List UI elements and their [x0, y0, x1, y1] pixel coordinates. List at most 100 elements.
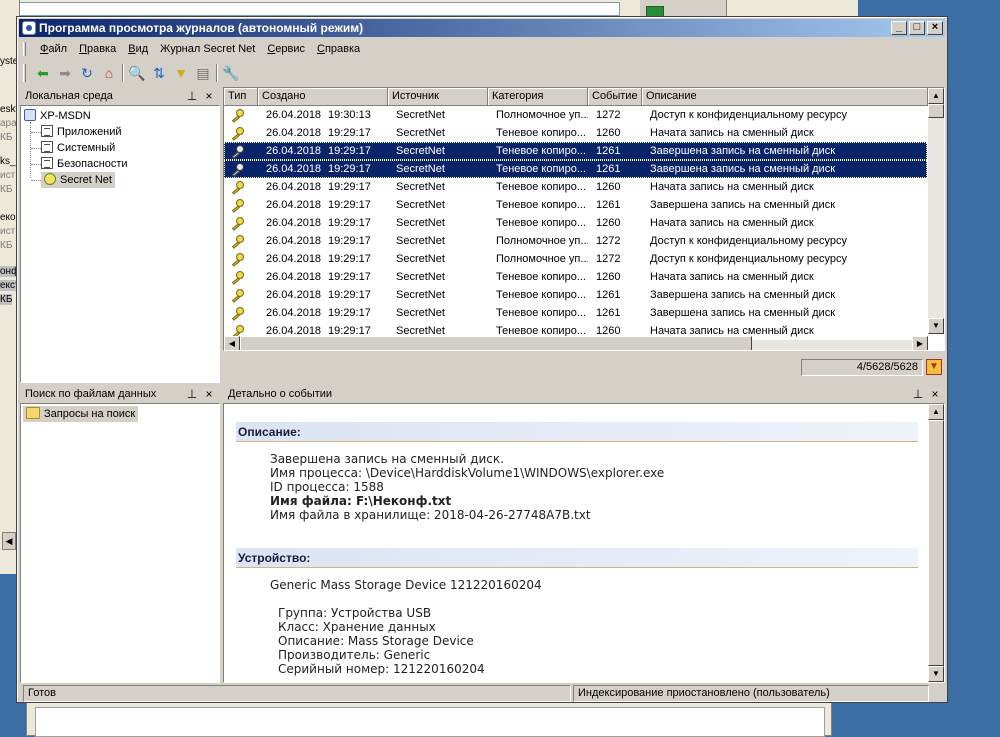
pin-icon[interactable]: ⊥ — [911, 385, 925, 403]
table-row[interactable]: 26.04.2018 19:29:17 SecretNet Теневое копир… — [224, 124, 927, 142]
table-row[interactable]: 26.04.2018 19:29:17 SecretNet Теневое копир… — [224, 196, 927, 214]
close-button[interactable]: × — [927, 21, 943, 35]
refresh-button[interactable]: ↻ — [76, 63, 98, 83]
device-section-header: Устройство: — [236, 548, 918, 568]
cell-time: 19:29:17 — [328, 307, 371, 319]
cell-time: 19:29:17 — [328, 199, 371, 211]
back-button[interactable]: ⬅ — [32, 63, 54, 83]
scroll-right-icon[interactable]: ▶ — [912, 336, 928, 350]
tree-item-secret-net[interactable]: Secret Net — [41, 172, 115, 188]
scroll-down-icon[interactable]: ▼ — [928, 666, 944, 682]
col-description[interactable]: Описание — [642, 88, 928, 106]
home-button[interactable]: ⌂ — [98, 63, 120, 83]
cell-source: SecretNet — [396, 199, 445, 211]
key-icon — [230, 289, 244, 303]
menu-secretnet-log[interactable]: Журнал Secret Net — [154, 41, 261, 57]
cell-category: Теневое копиро... — [496, 289, 586, 301]
device-property-line: Производитель: Generic — [278, 648, 431, 662]
menu-accelerator: С — [317, 43, 325, 55]
table-row[interactable]: 26.04.2018 19:29:17 SecretNet Теневое копир… — [224, 178, 927, 196]
scroll-left-icon[interactable]: ◀ — [224, 336, 240, 350]
pin-icon[interactable]: ⊥ — [185, 87, 199, 105]
cell-description: Завершена запись на сменный диск — [650, 163, 836, 175]
forward-button[interactable]: ➡ — [54, 63, 76, 83]
table-row[interactable]: 26.04.2018 19:29:17 SecretNet Теневое копир… — [224, 160, 927, 178]
table-row[interactable]: 26.04.2018 19:29:17 SecretNet Теневое копир… — [224, 286, 927, 304]
scroll-down-icon[interactable]: ▼ — [928, 318, 944, 334]
scroll-up-icon[interactable]: ▲ — [928, 404, 944, 420]
cell-time: 19:29:17 — [328, 253, 371, 265]
menu-service[interactable]: Сервис — [261, 41, 311, 57]
menu-grip — [23, 42, 26, 56]
tree-item-log[interactable]: Приложений — [41, 124, 122, 140]
search-queries-item[interactable]: Запросы на поиск — [23, 406, 139, 422]
tools-button[interactable]: 🔧 — [220, 63, 242, 83]
background-text-fragment: ист — [0, 226, 16, 237]
close-panel-icon[interactable]: × — [928, 385, 942, 403]
scroll-thumb[interactable] — [928, 104, 944, 118]
col-category[interactable]: Категория — [488, 88, 588, 106]
title-bar[interactable]: Программа просмотра журналов (автономный… — [19, 19, 945, 37]
device-property-line: Серийный номер: 121220160204 — [278, 662, 485, 676]
table-vscroll[interactable]: ▲ ▼ — [928, 88, 944, 334]
close-panel-icon[interactable]: × — [202, 385, 216, 403]
background-document-window — [26, 700, 832, 737]
window-title: Программа просмотра журналов (автономный… — [39, 21, 364, 35]
scroll-thumb[interactable] — [928, 420, 944, 666]
background-text-fragment: apa — [0, 118, 17, 129]
menu-help[interactable]: Справка — [311, 41, 366, 57]
cell-description: Начата запись на сменный диск — [650, 127, 814, 139]
scroll-up-icon[interactable]: ▲ — [928, 88, 944, 104]
search-button[interactable]: 🔍 — [126, 63, 148, 83]
menu-edit[interactable]: Правка — [73, 41, 122, 57]
table-row[interactable]: 26.04.2018 19:29:17 SecretNet Теневое копир… — [224, 142, 927, 160]
table-row[interactable]: 26.04.2018 19:29:17 SecretNet Полномочное у… — [224, 232, 927, 250]
table-row[interactable]: 26.04.2018 19:29:17 SecretNet Теневое копир… — [224, 268, 927, 286]
tree-root[interactable]: XP-MSDN — [24, 108, 91, 124]
background-address-field: F:\ — [0, 2, 620, 16]
filter-clear-button[interactable]: ▤ — [192, 63, 214, 83]
cell-event: 1261 — [596, 307, 621, 319]
sort-icon: ⇅ — [153, 64, 165, 81]
cell-date: 26.04.2018 — [266, 127, 322, 139]
table-hscroll[interactable]: ◀ ▶ — [224, 336, 928, 350]
cell-category: Теневое копиро... — [496, 271, 586, 283]
minimize-button[interactable]: _ — [891, 21, 907, 35]
event-counter: 4/5628/5628 — [801, 359, 923, 376]
events-table: Тип Создано Источник Категория Событие Описан… — [223, 87, 945, 351]
pin-icon[interactable]: ⊥ — [185, 385, 199, 403]
cell-source: SecretNet — [396, 289, 445, 301]
menu-view[interactable]: Вид — [122, 41, 154, 57]
col-event[interactable]: Событие — [588, 88, 642, 106]
maximize-button[interactable]: □ — [909, 21, 925, 35]
tree-item-log[interactable]: Безопасности — [41, 156, 128, 172]
sort-button[interactable]: ⇅ — [148, 63, 170, 83]
cell-description: Доступ к конфиденциальному ресурсу — [650, 235, 848, 247]
cell-event: 1261 — [596, 289, 621, 301]
col-source[interactable]: Источник — [388, 88, 488, 106]
cell-event: 1261 — [596, 163, 621, 175]
table-row[interactable]: 26.04.2018 19:30:13 SecretNet Полномочное у… — [224, 106, 927, 124]
menu-file[interactable]: Файл — [34, 41, 73, 57]
tree-item-log[interactable]: Системный — [41, 140, 115, 156]
journal-icon — [41, 125, 53, 137]
col-type[interactable]: Тип — [224, 88, 258, 106]
col-created[interactable]: Создано — [258, 88, 388, 106]
table-row[interactable]: 26.04.2018 19:29:17 SecretNet Теневое копир… — [224, 304, 927, 322]
menu-label: ервис — [275, 43, 306, 55]
filter-button[interactable]: ▼ — [170, 63, 192, 83]
filter-indicator-icon[interactable]: ▼ — [926, 359, 942, 375]
table-row[interactable]: 26.04.2018 19:29:17 SecretNet Теневое копир… — [224, 214, 927, 232]
toolbar-separator — [122, 64, 124, 82]
cell-event: 1260 — [596, 217, 621, 229]
cell-category: Теневое копиро... — [496, 163, 586, 175]
details-vscroll[interactable]: ▲ ▼ — [928, 404, 944, 682]
tree-item-label: Безопасности — [57, 158, 128, 170]
status-indexing: Индексирование приостановлено (пользоват… — [573, 685, 929, 702]
close-panel-icon[interactable]: × — [202, 87, 216, 105]
tree-item-label: Системный — [57, 142, 116, 154]
hscroll-thumb[interactable] — [240, 336, 752, 350]
menu-label: ид — [135, 43, 149, 55]
table-row[interactable]: 26.04.2018 19:29:17 SecretNet Полномочное у… — [224, 250, 927, 268]
event-details: Описание: Устройство: Generic Mass Stora… — [223, 403, 945, 683]
